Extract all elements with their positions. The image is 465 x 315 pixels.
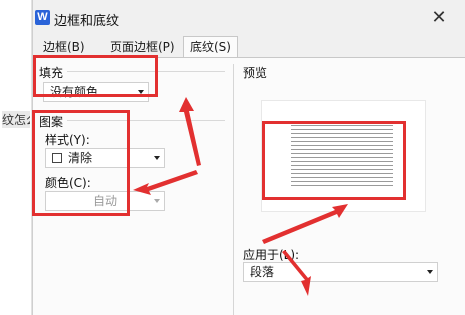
style-label: 样式(Y): <box>45 133 90 147</box>
tab-borders[interactable]: 边框(B) <box>39 38 89 58</box>
background-document: 纹怎么 <box>0 0 32 315</box>
pattern-color-dropdown[interactable]: 自动 <box>45 191 165 211</box>
fill-group-label: 填充 <box>39 66 64 80</box>
background-document-text: 纹怎么 <box>2 111 30 128</box>
panel-divider <box>233 64 234 315</box>
close-button[interactable]: ✕ <box>427 6 451 30</box>
chevron-down-icon <box>154 199 160 203</box>
color-label: 颜色(C): <box>45 176 91 190</box>
tab-bar: 边框(B) 页面边框(P) 底纹(S) <box>33 36 465 59</box>
preview-label: 预览 <box>243 66 268 80</box>
pattern-group-label: 图案 <box>39 115 64 129</box>
chevron-down-icon <box>138 90 144 94</box>
fill-group-divider <box>67 71 225 72</box>
apply-to-dropdown[interactable]: 段落 <box>243 262 438 282</box>
chevron-down-icon <box>427 270 433 274</box>
pattern-group-divider <box>67 120 225 121</box>
pattern-color-value: 自动 <box>92 194 117 208</box>
pattern-style-value: 清除 <box>68 151 93 165</box>
chevron-down-icon <box>154 156 160 160</box>
apply-to-value: 段落 <box>250 265 275 279</box>
preview-area <box>261 100 426 212</box>
apply-to-label: 应用于(L): <box>243 248 300 262</box>
fill-color-value: 没有颜色 <box>50 85 99 99</box>
dialog-title: 边框和底纹 <box>54 14 120 29</box>
title-bar: W 边框和底纹 ✕ <box>33 0 465 36</box>
fill-color-dropdown[interactable]: 没有颜色 <box>43 82 149 102</box>
wps-app-icon: W <box>35 10 50 25</box>
shading-tab-panel: 填充 没有颜色 图案 样式(Y): 清除 颜色(C): 自动 预览 应用于(L)… <box>33 58 465 315</box>
tab-shading[interactable]: 底纹(S) <box>183 36 238 59</box>
borders-and-shading-dialog: W 边框和底纹 ✕ 边框(B) 页面边框(P) 底纹(S) 填充 没有颜色 图案… <box>32 0 465 315</box>
tab-page-border[interactable]: 页面边框(P) <box>106 38 179 58</box>
pattern-style-dropdown[interactable]: 清除 <box>45 148 165 168</box>
preview-text-lines <box>291 121 393 191</box>
empty-swatch-icon <box>52 153 62 163</box>
